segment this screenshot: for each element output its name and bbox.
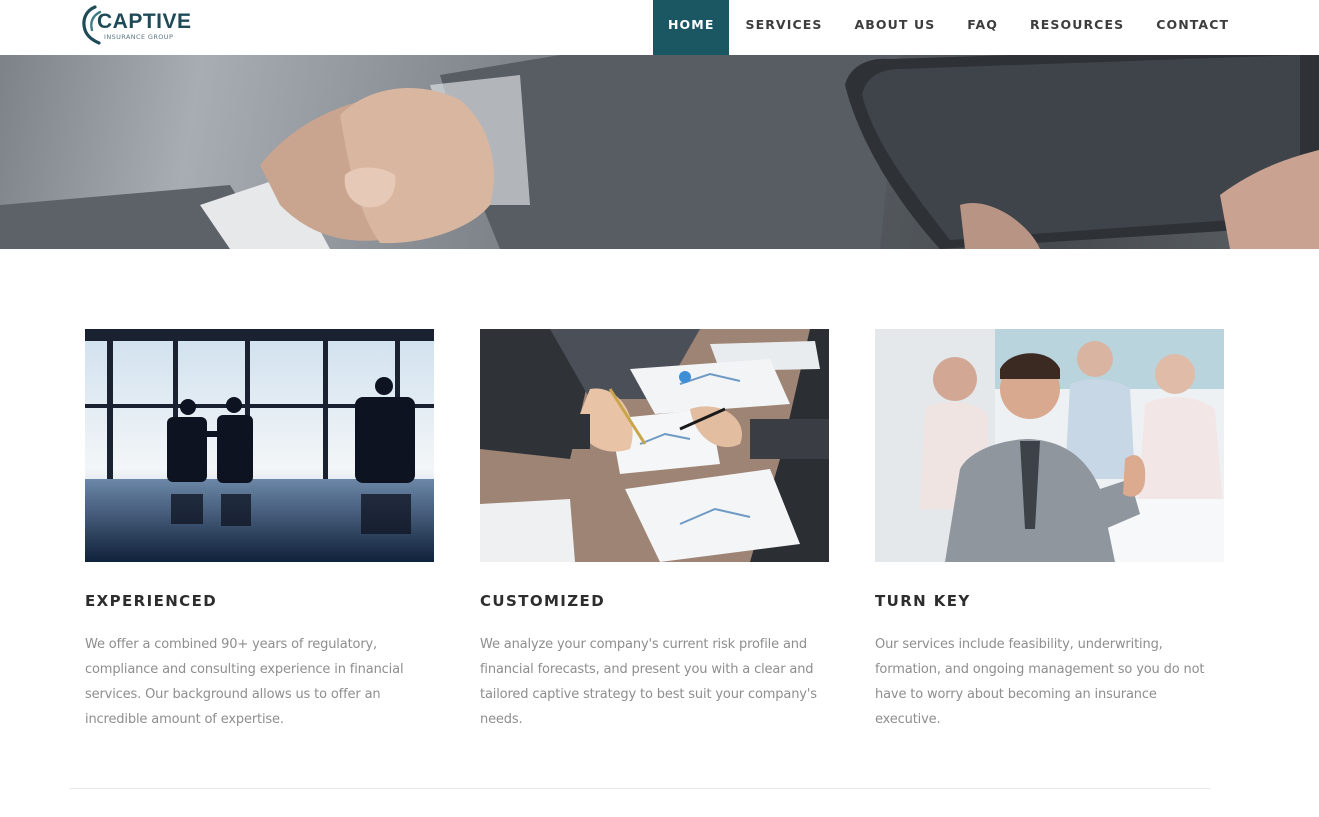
nav-about-us[interactable]: ABOUT US bbox=[838, 0, 951, 55]
nav-resources[interactable]: RESOURCES bbox=[1014, 0, 1140, 55]
feature-turn-key: TURN KEY Our services include feasibilit… bbox=[875, 329, 1224, 732]
logo-wordmark: CAPTIVE bbox=[97, 10, 192, 33]
feature-description: We analyze your company's current risk p… bbox=[480, 637, 817, 727]
main-nav: HOME SERVICES ABOUT US FAQ RESOURCES CON… bbox=[653, 0, 1245, 55]
nav-faq[interactable]: FAQ bbox=[951, 0, 1014, 55]
logo-tagline: INSURANCE GROUP bbox=[104, 33, 174, 41]
feature-title: EXPERIENCED bbox=[85, 592, 218, 610]
site-header: CAPTIVE INSURANCE GROUP HOME SERVICES AB… bbox=[0, 0, 1319, 55]
logo[interactable]: CAPTIVE INSURANCE GROUP bbox=[79, 4, 192, 46]
feature-image-boardroom bbox=[85, 329, 434, 562]
feature-title: CUSTOMIZED bbox=[480, 592, 606, 610]
feature-image-documents bbox=[480, 329, 829, 562]
feature-title: TURN KEY bbox=[875, 592, 971, 610]
nav-home[interactable]: HOME bbox=[653, 0, 730, 55]
feature-image-team bbox=[875, 329, 1224, 562]
feature-description: Our services include feasibility, underw… bbox=[875, 637, 1205, 727]
feature-description: We offer a combined 90+ years of regulat… bbox=[85, 637, 404, 727]
hero-banner bbox=[0, 55, 1319, 249]
handshake-photo bbox=[0, 55, 1319, 249]
nav-contact[interactable]: CONTACT bbox=[1140, 0, 1245, 55]
section-divider bbox=[70, 788, 1210, 789]
feature-customized: CUSTOMIZED We analyze your company's cur… bbox=[480, 329, 829, 732]
nav-services[interactable]: SERVICES bbox=[729, 0, 838, 55]
feature-experienced: EXPERIENCED We offer a combined 90+ year… bbox=[85, 329, 434, 732]
